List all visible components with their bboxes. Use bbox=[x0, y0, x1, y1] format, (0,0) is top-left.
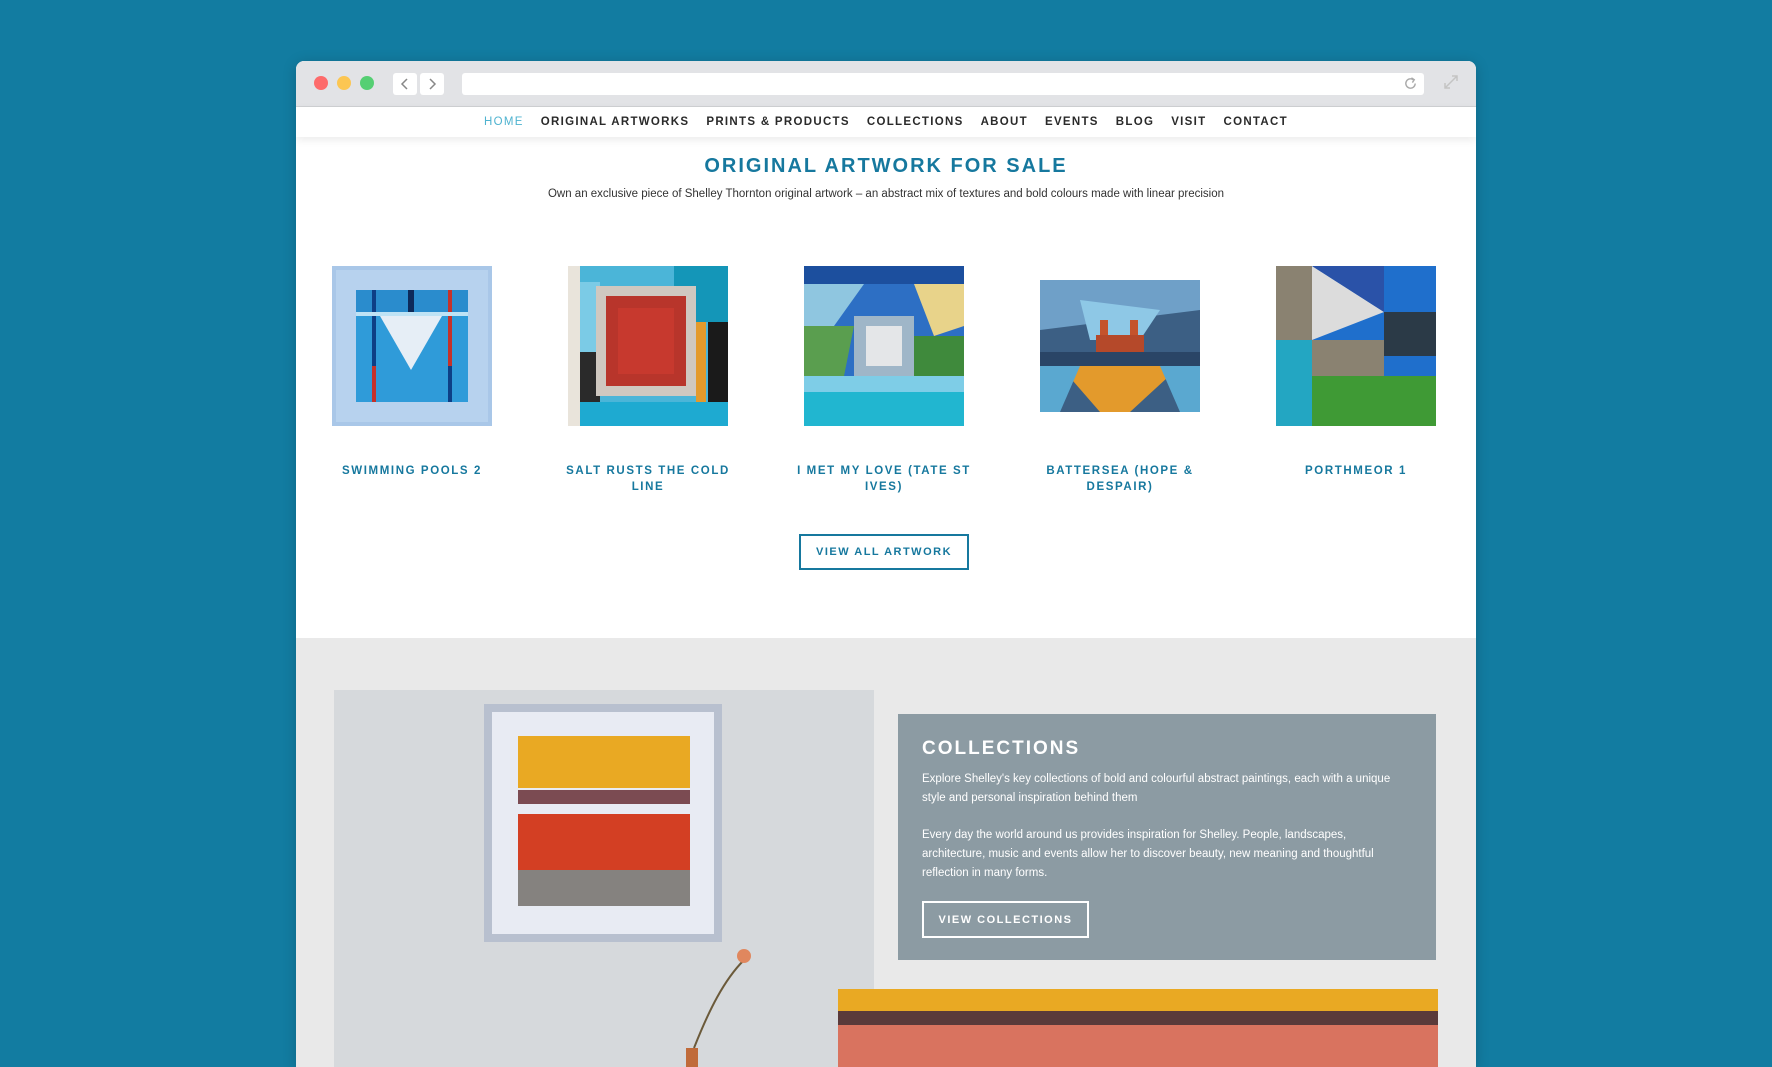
artwork-image[interactable] bbox=[1276, 266, 1436, 426]
artwork-title[interactable]: PORTHMEOR 1 bbox=[1256, 463, 1456, 479]
chevron-right-icon bbox=[429, 78, 437, 90]
collections-description: Every day the world around us provides i… bbox=[922, 829, 1374, 879]
artwork-card[interactable]: BATTERSEA (HOPE & DESPAIR) bbox=[1020, 266, 1220, 493]
artwork-title[interactable]: I MET MY LOVE (TATE ST IVES) bbox=[784, 463, 984, 495]
artwork-card[interactable]: SALT RUSTS THE COLD LINE bbox=[548, 266, 748, 493]
section-subtitle: Own an exclusive piece of Shelley Thornt… bbox=[547, 188, 1225, 200]
view-all-artwork-button[interactable]: VIEW ALL ARTWORK bbox=[799, 534, 969, 570]
artwork-image[interactable] bbox=[332, 266, 492, 426]
collection-artwork-preview bbox=[838, 989, 1438, 1067]
nav-about[interactable]: ABOUT bbox=[981, 116, 1028, 128]
nav-visit[interactable]: VISIT bbox=[1171, 116, 1206, 128]
artwork-image[interactable] bbox=[804, 266, 964, 426]
artwork-title[interactable]: BATTERSEA (HOPE & DESPAIR) bbox=[1020, 463, 1220, 495]
reload-icon[interactable] bbox=[1403, 76, 1418, 91]
nav-original-artworks[interactable]: ORIGINAL ARTWORKS bbox=[541, 116, 690, 128]
nav-contact[interactable]: CONTACT bbox=[1223, 116, 1287, 128]
nav-prints-products[interactable]: PRINTS & PRODUCTS bbox=[706, 116, 850, 128]
section-title: ORIGINAL ARTWORK FOR SALE bbox=[704, 155, 1068, 177]
artwork-image[interactable] bbox=[568, 266, 728, 426]
collections-intro: Explore Shelley's key collections of bol… bbox=[922, 773, 1391, 804]
chevron-left-icon bbox=[400, 78, 408, 90]
maximize-window-button[interactable] bbox=[360, 76, 374, 90]
artwork-card[interactable]: PORTHMEOR 1 bbox=[1256, 266, 1456, 477]
collections-section: COLLECTIONS Explore Shelley's key collec… bbox=[296, 638, 1476, 1067]
site-navigation: HOME ORIGINAL ARTWORKS PRINTS & PRODUCTS… bbox=[296, 107, 1476, 137]
artwork-card[interactable]: I MET MY LOVE (TATE ST IVES) bbox=[784, 266, 984, 493]
artwork-title[interactable]: SWIMMING POOLS 2 bbox=[312, 463, 512, 479]
artwork-card[interactable]: SWIMMING POOLS 2 bbox=[312, 266, 512, 477]
view-collections-button[interactable]: VIEW COLLECTIONS bbox=[922, 901, 1089, 938]
browser-window: HOME ORIGINAL ARTWORKS PRINTS & PRODUCTS… bbox=[296, 61, 1476, 1067]
minimize-window-button[interactable] bbox=[337, 76, 351, 90]
address-bar[interactable] bbox=[462, 73, 1424, 95]
nav-home[interactable]: HOME bbox=[484, 116, 524, 128]
artwork-title[interactable]: SALT RUSTS THE COLD LINE bbox=[548, 463, 748, 495]
nav-collections[interactable]: COLLECTIONS bbox=[867, 116, 964, 128]
back-button[interactable] bbox=[393, 73, 417, 95]
featured-artwork-photo bbox=[334, 690, 874, 1067]
browser-chrome bbox=[296, 61, 1476, 107]
close-window-button[interactable] bbox=[314, 76, 328, 90]
collections-panel: COLLECTIONS Explore Shelley's key collec… bbox=[898, 714, 1436, 960]
nav-blog[interactable]: BLOG bbox=[1116, 116, 1154, 128]
artwork-image[interactable] bbox=[1040, 280, 1200, 412]
nav-events[interactable]: EVENTS bbox=[1045, 116, 1099, 128]
collections-title: COLLECTIONS bbox=[922, 738, 1081, 759]
forward-button[interactable] bbox=[420, 73, 444, 95]
fullscreen-icon[interactable] bbox=[1442, 73, 1460, 91]
